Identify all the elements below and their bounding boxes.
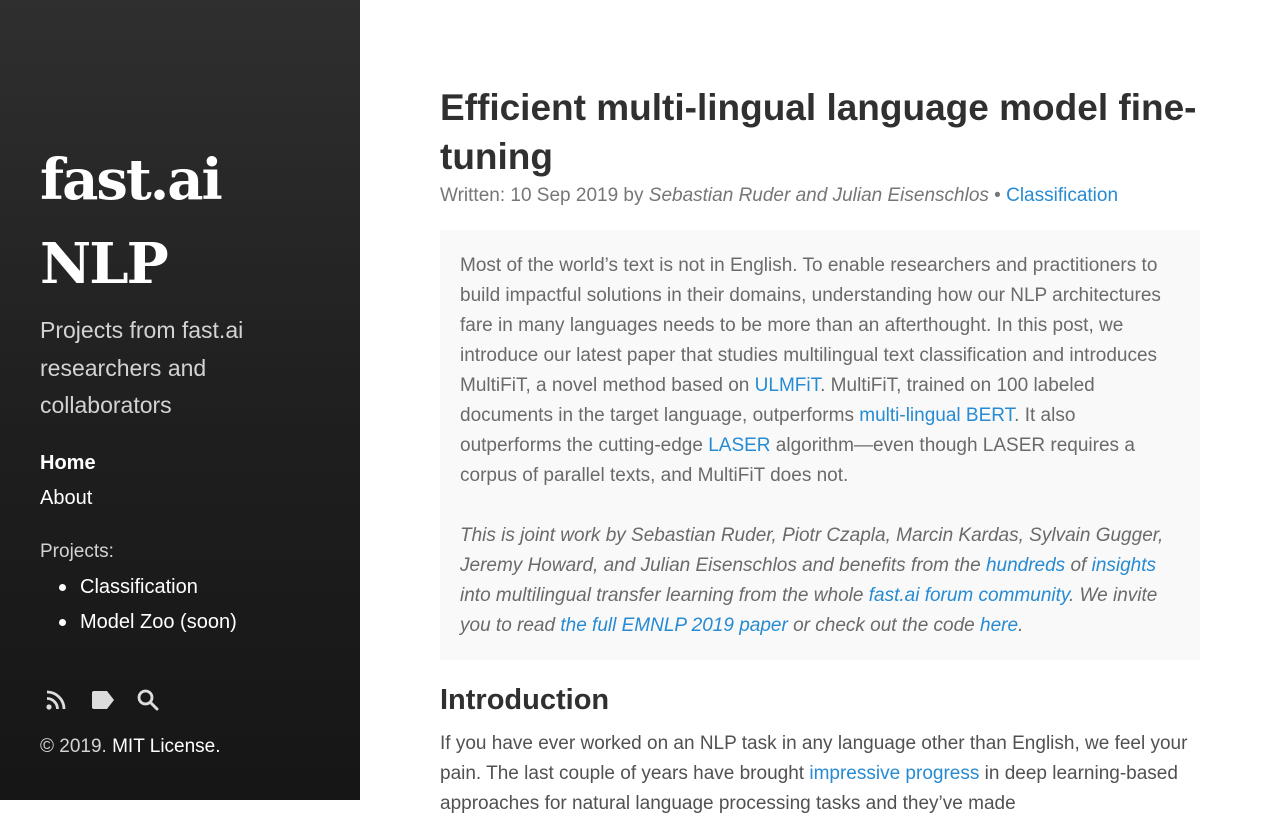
site-title[interactable]: fast.ai NLP: [40, 138, 223, 306]
rss-icon[interactable]: [44, 688, 68, 712]
sidebar-icons: [44, 688, 160, 712]
nav-home-link[interactable]: Home: [40, 446, 96, 481]
nav-about-link[interactable]: About: [40, 481, 96, 516]
search-icon[interactable]: [136, 688, 160, 712]
emnlp-paper-link[interactable]: the full EMNLP 2019 paper: [560, 615, 787, 636]
credits-text: of: [1070, 555, 1087, 576]
ulmfit-link[interactable]: ULMFiT: [755, 375, 820, 396]
meta-separator: •: [994, 185, 1001, 206]
project-link-classification[interactable]: Classification: [80, 576, 198, 598]
hundreds-link[interactable]: hundreds: [986, 555, 1065, 576]
project-item-classification: Classification: [40, 570, 237, 605]
impressive-progress-link[interactable]: impressive progress: [809, 763, 979, 784]
sidebar: fast.ai NLP Projects from fast.ai resear…: [0, 0, 360, 800]
bullet-icon: [59, 584, 66, 591]
intro-paragraph: If you have ever worked on an NLP task i…: [440, 729, 1200, 819]
post-title: Efficient multi-lingual language model f…: [440, 87, 1197, 177]
bullet-icon: [59, 619, 66, 626]
insights-link[interactable]: insights: [1092, 555, 1156, 576]
project-link-model-zoo[interactable]: Model Zoo (soon): [80, 611, 237, 633]
section-title-introduction: Introduction: [440, 684, 610, 716]
credits-paragraph: This is joint work by Sebastian Ruder, P…: [460, 521, 1180, 641]
post-date: Written: 10 Sep 2019 by: [440, 185, 644, 206]
credits-text: into multilingual transfer learning from…: [460, 585, 864, 606]
sidebar-footer: © 2019. MIT License.: [40, 733, 221, 761]
tag-icon[interactable]: [90, 688, 114, 712]
laser-link[interactable]: LASER: [708, 435, 770, 456]
multilingual-bert-link[interactable]: multi-lingual BERT: [859, 405, 1014, 426]
forum-community-link[interactable]: fast.ai forum community: [869, 585, 1069, 606]
summary-paragraph: Most of the world’s text is not in Engli…: [460, 251, 1180, 491]
post-category-link[interactable]: Classification: [1006, 185, 1118, 206]
code-link[interactable]: here: [980, 615, 1018, 636]
projects-label: Projects:: [40, 541, 114, 562]
site-title-line2[interactable]: NLP: [40, 231, 169, 297]
site-title-line1[interactable]: fast.ai: [40, 147, 223, 213]
post-meta: Written: 10 Sep 2019 by Sebastian Ruder …: [440, 182, 1118, 210]
footer-copyright: © 2019.: [40, 736, 107, 757]
credits-text: or check out the code: [793, 615, 975, 636]
projects-list: Classification Model Zoo (soon): [40, 570, 237, 640]
site-tagline: Projects from fast.ai researchers and co…: [40, 317, 244, 418]
project-item-model-zoo: Model Zoo (soon): [40, 605, 237, 640]
footer-license-link[interactable]: MIT License.: [112, 736, 220, 757]
credits-text: .: [1018, 615, 1024, 636]
sidebar-nav: Home About: [40, 446, 96, 516]
post-authors: Sebastian Ruder and Julian Eisenschlos: [648, 185, 989, 206]
post-summary: Most of the world’s text is not in Engli…: [440, 230, 1200, 660]
